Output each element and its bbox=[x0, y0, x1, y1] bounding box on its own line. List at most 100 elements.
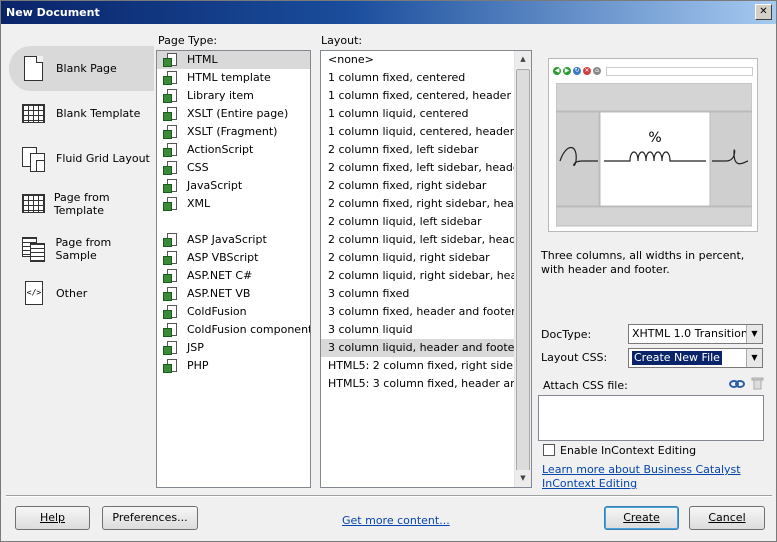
layout-item[interactable]: 2 column fixed, right sidebar, header an… bbox=[321, 195, 515, 213]
page-type-label: HTML template bbox=[187, 71, 271, 84]
home-icon: ⌂ bbox=[593, 67, 601, 75]
category-blank-template[interactable]: Blank Template bbox=[9, 91, 154, 136]
page-type-item[interactable]: XML bbox=[157, 195, 310, 213]
category-other[interactable]: </> Other bbox=[9, 271, 154, 316]
layout-item[interactable]: 2 column fixed, left sidebar bbox=[321, 141, 515, 159]
page-type-label: JSP bbox=[187, 341, 204, 354]
page-type-label: ActionScript bbox=[187, 143, 254, 156]
page-type-item[interactable]: XSLT (Fragment) bbox=[157, 123, 310, 141]
page-type-item[interactable]: ASP.NET VB bbox=[157, 285, 310, 303]
other-code-icon: </> bbox=[21, 280, 47, 308]
incontext-editing-label: Enable InContext Editing bbox=[560, 444, 697, 457]
preview-url-bar bbox=[606, 66, 753, 76]
layout-item[interactable]: 1 column liquid, centered, header and fo… bbox=[321, 123, 515, 141]
chevron-down-icon[interactable]: ▼ bbox=[746, 349, 762, 367]
doctype-select[interactable]: XHTML 1.0 Transitional ▼ bbox=[628, 324, 763, 344]
doctype-value: XHTML 1.0 Transitional bbox=[632, 327, 758, 340]
layout-item[interactable]: HTML5: 3 column fixed, header and footer bbox=[321, 375, 515, 393]
file-type-icon bbox=[163, 143, 177, 157]
trash-icon[interactable] bbox=[751, 377, 764, 390]
layout-item[interactable]: HTML5: 2 column fixed, right sidebar, he… bbox=[321, 357, 515, 375]
layout-item[interactable]: 1 column fixed, centered bbox=[321, 69, 515, 87]
forward-arrow-icon: ▶ bbox=[563, 67, 571, 75]
page-type-list[interactable]: HTML HTML template Library item XSLT (Entir… bbox=[156, 50, 311, 488]
page-type-label: XSLT (Entire page) bbox=[187, 107, 289, 120]
page-type-heading: Page Type: bbox=[158, 34, 218, 47]
layout-item[interactable]: 2 column liquid, left sidebar bbox=[321, 213, 515, 231]
file-type-icon bbox=[163, 107, 177, 121]
page-type-label: ASP JavaScript bbox=[187, 233, 267, 246]
learn-more-line-1[interactable]: Learn more about Business Catalyst bbox=[542, 463, 741, 476]
page-type-item[interactable]: ASP VBScript bbox=[157, 249, 310, 267]
page-type-item[interactable]: ASP.NET C# bbox=[157, 267, 310, 285]
page-type-item[interactable]: HTML bbox=[157, 51, 310, 69]
incontext-editing-checkbox[interactable] bbox=[543, 444, 555, 456]
new-document-dialog: New Document ✕ Blank Page Blank Template… bbox=[0, 0, 777, 542]
layout-css-label: Layout CSS: bbox=[541, 351, 608, 364]
layout-vertical-scrollbar[interactable]: ▲ ▼ bbox=[514, 51, 531, 487]
layout-item[interactable]: 2 column liquid, right sidebar, header a… bbox=[321, 267, 515, 285]
blank-template-icon bbox=[21, 100, 47, 128]
scroll-thumb[interactable] bbox=[516, 69, 530, 481]
create-button[interactable]: Create bbox=[604, 506, 679, 530]
layout-item[interactable]: 3 column fixed bbox=[321, 285, 515, 303]
get-more-content-link[interactable]: Get more content... bbox=[342, 514, 450, 527]
preview-browser-bar: ◀ ▶ ↻ ✕ ⌂ bbox=[553, 65, 753, 77]
page-type-item[interactable]: Library item bbox=[157, 87, 310, 105]
category-page-from-template[interactable]: Page from Template bbox=[9, 181, 154, 226]
category-label: Other bbox=[56, 287, 88, 300]
category-fluid-grid-layout[interactable]: Fluid Grid Layout bbox=[9, 136, 154, 181]
layout-item[interactable]: 2 column fixed, left sidebar, header and… bbox=[321, 159, 515, 177]
page-type-label: PHP bbox=[187, 359, 209, 372]
page-type-item[interactable]: PHP bbox=[157, 357, 310, 375]
learn-more-line-2[interactable]: InContext Editing bbox=[542, 477, 637, 490]
file-type-icon bbox=[163, 125, 177, 139]
chevron-down-icon[interactable]: ▼ bbox=[746, 325, 762, 343]
page-type-item[interactable]: XSLT (Entire page) bbox=[157, 105, 310, 123]
file-type-icon bbox=[163, 341, 177, 355]
layout-item[interactable]: 3 column fixed, header and footer bbox=[321, 303, 515, 321]
back-arrow-icon: ◀ bbox=[553, 67, 561, 75]
page-type-item[interactable]: HTML template bbox=[157, 69, 310, 87]
page-type-item[interactable]: ASP JavaScript bbox=[157, 231, 310, 249]
page-type-item[interactable]: CSS bbox=[157, 159, 310, 177]
page-type-item[interactable]: ColdFusion bbox=[157, 303, 310, 321]
file-type-icon bbox=[163, 161, 177, 175]
scroll-down-arrow-icon[interactable]: ▼ bbox=[515, 470, 531, 487]
page-type-item[interactable]: JavaScript bbox=[157, 177, 310, 195]
learn-more-link[interactable]: Learn more about Business Catalyst InCon… bbox=[542, 463, 741, 491]
help-button[interactable]: Help bbox=[15, 506, 90, 530]
layout-item[interactable]: 2 column fixed, right sidebar bbox=[321, 177, 515, 195]
layout-item[interactable]: 2 column liquid, right sidebar bbox=[321, 249, 515, 267]
page-type-label: ASP.NET VB bbox=[187, 287, 251, 300]
file-type-icon bbox=[163, 305, 177, 319]
scroll-up-arrow-icon[interactable]: ▲ bbox=[515, 51, 531, 68]
layout-description: Three columns, all widths in percent, wi… bbox=[541, 249, 745, 276]
category-label: Fluid Grid Layout bbox=[56, 152, 150, 165]
layout-item[interactable]: 1 column fixed, centered, header and foo… bbox=[321, 87, 515, 105]
layout-list[interactable]: <none> 1 column fixed, centered 1 column f… bbox=[320, 50, 532, 488]
category-blank-page[interactable]: Blank Page bbox=[9, 46, 154, 91]
layout-css-select[interactable]: Create New File ▼ bbox=[628, 348, 763, 368]
file-type-icon bbox=[163, 233, 177, 247]
layout-item[interactable]: 1 column liquid, centered bbox=[321, 105, 515, 123]
layout-item[interactable]: 3 column liquid, header and footer bbox=[321, 339, 515, 357]
page-type-item[interactable]: JSP bbox=[157, 339, 310, 357]
layout-item[interactable]: <none> bbox=[321, 51, 515, 69]
layout-item[interactable]: 3 column liquid bbox=[321, 321, 515, 339]
page-type-label: JavaScript bbox=[187, 179, 243, 192]
page-type-label: CSS bbox=[187, 161, 209, 174]
attach-css-file-list[interactable] bbox=[538, 395, 764, 441]
category-label: Page from Sample bbox=[55, 235, 112, 262]
page-type-item[interactable]: ActionScript bbox=[157, 141, 310, 159]
close-icon[interactable]: ✕ bbox=[755, 4, 772, 20]
category-page-from-sample[interactable]: Page from Sample bbox=[9, 226, 154, 271]
preferences-button[interactable]: Preferences... bbox=[102, 506, 198, 530]
page-type-item[interactable]: ColdFusion component bbox=[157, 321, 310, 339]
layout-preview: ◀ ▶ ↻ ✕ ⌂ % bbox=[548, 58, 758, 232]
attach-link-icon[interactable] bbox=[729, 378, 745, 390]
cancel-button[interactable]: Cancel bbox=[689, 506, 765, 530]
page-type-label: HTML bbox=[187, 53, 218, 66]
layout-item[interactable]: 2 column liquid, left sidebar, header an… bbox=[321, 231, 515, 249]
